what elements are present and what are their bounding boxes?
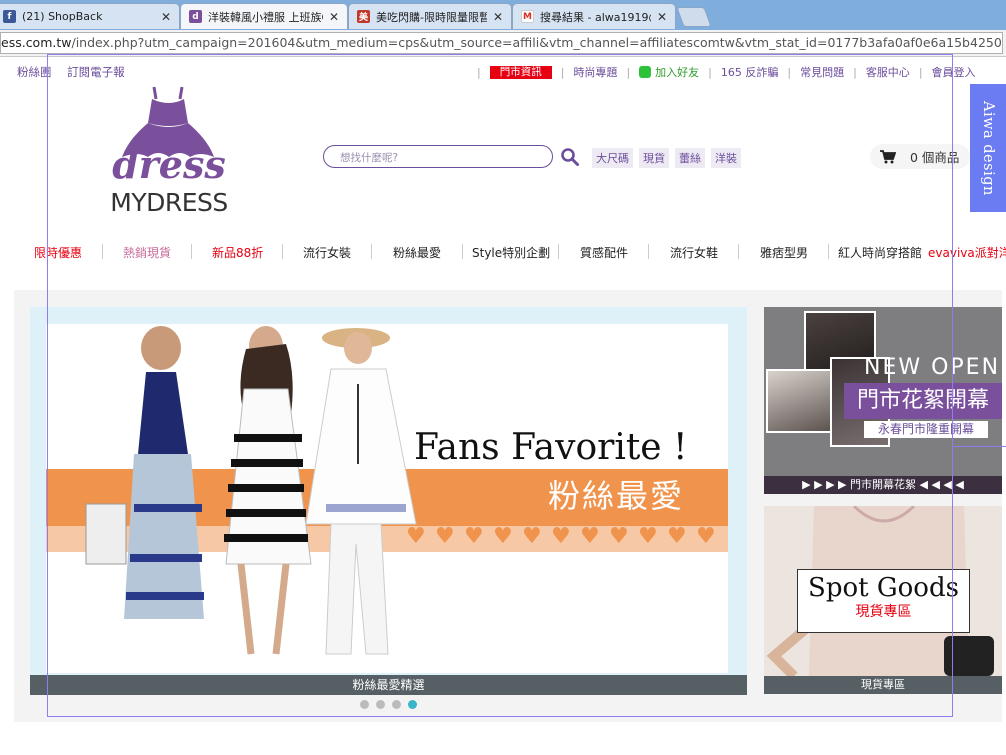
quick-tag-in-stock[interactable]: 現貨 — [639, 148, 669, 168]
category-style-special[interactable]: Style特別企劃 — [472, 244, 550, 261]
address-bar-container: ess.com.tw/index.php?utm_campaign=201604… — [0, 30, 1006, 57]
store-opening-title: 門市花絮開幕 — [844, 383, 1002, 419]
tab-title: (21) ShopBack — [22, 10, 103, 23]
store-opening-caption: ▶ ▶ ▶ ▶ 門市開幕花絮 ◀ ◀ ◀ ◀ — [764, 476, 1002, 494]
customer-service-link[interactable]: 客服中心 — [866, 64, 910, 80]
close-icon[interactable]: ✕ — [493, 10, 503, 24]
close-icon[interactable]: ✕ — [657, 10, 667, 24]
category-influencer[interactable]: 紅人時尚穿搭館 — [838, 244, 922, 261]
banner-image: ♥ ♥ ♥ ♥ ♥ ♥ ♥ ♥ ♥ ♥ ♥ Fans Favorite ! 粉絲… — [46, 324, 728, 673]
fan-page-link[interactable]: 粉絲團 — [17, 65, 52, 79]
browser-tab-deal[interactable]: 美 美吃閃購-限時限量限暫 ✕ — [348, 3, 512, 29]
facebook-icon: f — [3, 10, 16, 23]
hearts-decoration: ♥ ♥ ♥ ♥ ♥ ♥ ♥ ♥ ♥ ♥ ♥ — [406, 524, 716, 549]
browser-tab-bar: f (21) ShopBack ✕ d 洋裝韓風小禮服 上班族OL ✕ 美 美吃… — [0, 0, 1006, 30]
new-tab-button[interactable] — [676, 7, 712, 27]
category-women-shoes[interactable]: 流行女鞋 — [670, 244, 718, 261]
category-limited-offer[interactable]: 限時優惠 — [34, 244, 82, 261]
member-login-link[interactable]: 會員登入 — [932, 64, 976, 80]
quick-tag-dress[interactable]: 洋裝 — [711, 148, 741, 168]
newsletter-link[interactable]: 訂閱電子報 — [67, 65, 125, 79]
mydress-icon: d — [189, 10, 202, 23]
anti-fraud-link[interactable]: 165 反詐騙 — [721, 64, 779, 80]
store-photo-2 — [766, 369, 836, 433]
quick-tag-lace[interactable]: 蕾絲 — [675, 148, 705, 168]
carousel-dots — [360, 700, 417, 709]
address-bar[interactable]: ess.com.tw/index.php?utm_campaign=201604… — [0, 32, 1003, 54]
store-opening-subtitle: 永春門市隆重開幕 — [864, 421, 988, 438]
spot-goods-title: Spot Goods — [808, 573, 959, 603]
carousel-dot-3[interactable] — [392, 700, 401, 709]
tab-title: 美吃閃購-限時限量限暫 — [376, 10, 487, 24]
dress-logo-icon: dress — [112, 86, 226, 187]
tab-title: 搜尋結果 - alwa1919@g — [540, 10, 651, 24]
logo-wordmark: MYDRESS — [110, 188, 228, 217]
faq-link[interactable]: 常見問題 — [800, 64, 844, 80]
url-host: ess.com.tw — [1, 35, 72, 50]
fashion-topic-link[interactable]: 時尚專題 — [573, 64, 617, 80]
spot-goods-caption: 現貨專區 — [764, 676, 1002, 694]
browser-tab-gmail[interactable]: M 搜尋結果 - alwa1919@g ✕ — [512, 3, 676, 29]
cart-icon — [880, 149, 896, 163]
quick-tags: 大尺碼 現貨 蕾絲 洋裝 — [592, 148, 741, 168]
category-nav: 限時優惠 熱銷現貨 新品88折 流行女裝 粉絲最愛 Style特別企劃 質感配件… — [0, 240, 1006, 262]
banner-title: Fans Favorite ! — [414, 427, 688, 468]
close-icon[interactable]: ✕ — [161, 10, 171, 24]
cart-count: 0 個商品 — [910, 150, 960, 165]
side-tab-aiwa-design[interactable]: Aiwa design — [970, 84, 1006, 212]
site-logo[interactable]: dress MYDRESS — [108, 85, 230, 217]
line-icon — [639, 66, 652, 78]
line-add-friend-link[interactable]: 加入好友 — [655, 64, 699, 80]
logo-script: dress — [112, 142, 226, 185]
spot-goods-box: Spot Goods 現貨專區 — [797, 569, 970, 633]
search-icon[interactable] — [560, 147, 580, 167]
carousel-dot-4[interactable] — [408, 700, 417, 709]
url-path: /index.php?utm_campaign=201604&utm_mediu… — [71, 35, 1003, 50]
banner-caption: 粉絲最愛精選 — [30, 675, 747, 695]
close-icon[interactable]: ✕ — [329, 10, 339, 24]
promo-spot-goods[interactable]: Spot Goods 現貨專區 現貨專區 — [764, 506, 1002, 694]
category-fan-favorite[interactable]: 粉絲最愛 — [393, 244, 441, 261]
browser-tab-shopback[interactable]: f (21) ShopBack ✕ — [0, 3, 180, 29]
promo-store-opening[interactable]: NEW OPEN 門市花絮開幕 永春門市隆重開幕 ▶ ▶ ▶ ▶ 門市開幕花絮 … — [764, 307, 1002, 494]
cart-button[interactable]: 0 個商品 — [870, 144, 970, 169]
carousel-dot-1[interactable] — [360, 700, 369, 709]
gmail-icon: M — [521, 10, 534, 23]
category-accessories[interactable]: 質感配件 — [580, 244, 628, 261]
carousel-dot-2[interactable] — [376, 700, 385, 709]
models-illustration — [85, 326, 417, 655]
main-banner[interactable]: ♥ ♥ ♥ ♥ ♥ ♥ ♥ ♥ ♥ ♥ ♥ Fans Favorite ! 粉絲… — [30, 307, 747, 695]
spot-goods-subtitle: 現貨專區 — [855, 604, 912, 620]
store-info-link[interactable]: 門市資訊 — [489, 65, 552, 79]
category-women-fashion[interactable]: 流行女裝 — [303, 244, 351, 261]
new-open-headline: NEW OPEN — [864, 355, 1001, 380]
top-nav-left: 粉絲團 訂閱電子報 — [17, 64, 137, 80]
banner-subtitle: 粉絲最愛 — [548, 477, 685, 515]
category-men[interactable]: 雅痞型男 — [760, 244, 808, 261]
deal-icon: 美 — [357, 10, 370, 23]
category-hot-stock[interactable]: 熱銷現貨 — [123, 244, 171, 261]
category-new-88[interactable]: 新品88折 — [212, 244, 263, 261]
category-evaviva[interactable]: evaviva派對洋 — [928, 244, 1006, 261]
top-nav-right: | 門市資訊 | 時尚專題 | 加入好友 | 165 反詐騙 | 常見問題 | … — [477, 64, 976, 80]
search-input[interactable]: 想找什麼呢? — [323, 145, 553, 168]
browser-tab-mydress[interactable]: d 洋裝韓風小禮服 上班族OL ✕ — [180, 3, 348, 29]
tab-title: 洋裝韓風小禮服 上班族OL — [208, 10, 323, 24]
quick-tag-plus-size[interactable]: 大尺碼 — [592, 148, 633, 168]
